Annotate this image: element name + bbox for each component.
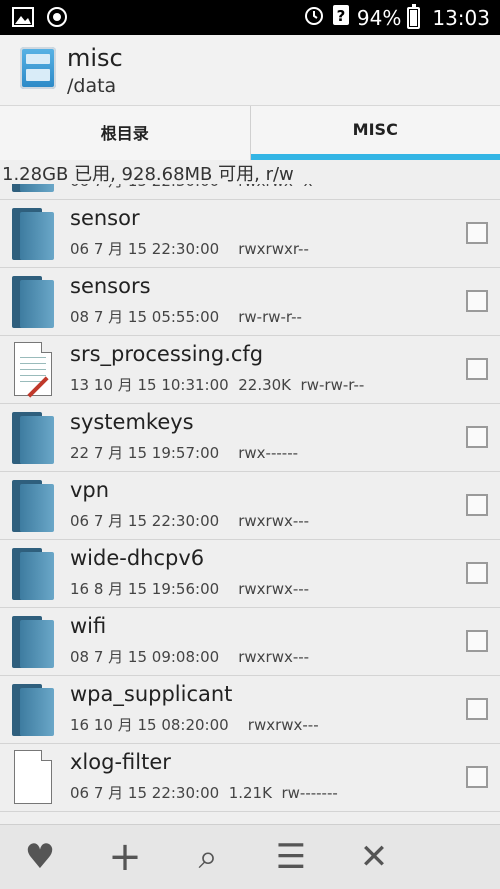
file-meta: 08 7 月 15 05:55:00 rw-rw-r-- — [70, 308, 302, 326]
page-title: misc — [67, 44, 123, 72]
tab-bar: 根目录 MISC — [0, 105, 500, 160]
tab-misc[interactable]: MISC — [250, 106, 500, 160]
add-icon[interactable]: + — [103, 835, 147, 879]
file-name: wifi — [70, 614, 107, 638]
file-list: 06 7 月 15 22:30:00 rwxrwx--x sensor 06 7… — [0, 176, 500, 824]
image-icon — [12, 6, 34, 32]
current-path: /data — [67, 75, 117, 97]
file-meta: 06 7 月 15 22:30:00 1.21K rw------- — [70, 784, 338, 802]
folder-icon — [12, 208, 54, 260]
file-manager-icon[interactable] — [20, 47, 56, 89]
file-name: vpn — [70, 478, 110, 502]
battery-percent: 94% — [356, 5, 402, 30]
battery-icon — [407, 3, 421, 29]
select-checkbox[interactable] — [466, 358, 488, 380]
folder-icon — [12, 548, 54, 600]
alarm-icon — [303, 4, 325, 31]
action-bar: misc /data — [0, 35, 500, 105]
file-name: sensor — [70, 206, 140, 230]
file-name: srs_processing.cfg — [70, 342, 264, 366]
select-checkbox[interactable] — [466, 630, 488, 652]
folder-icon — [12, 684, 54, 736]
bottom-toolbar: ♥ + ⌕ ☰ ✕ — [0, 824, 500, 889]
file-name: systemkeys — [70, 410, 194, 434]
folder-icon — [12, 616, 54, 668]
select-checkbox[interactable] — [466, 222, 488, 244]
file-name: wide-dhcpv6 — [70, 546, 205, 570]
file-meta: 08 7 月 15 09:08:00 rwxrwx--- — [70, 648, 310, 666]
status-bar: ? 94% 13:03 — [0, 0, 500, 35]
favorite-icon[interactable]: ♥ — [18, 835, 62, 879]
file-meta: 16 10 月 15 08:20:00 rwxrwx--- — [70, 716, 319, 734]
select-checkbox[interactable] — [466, 494, 488, 516]
search-icon[interactable]: ⌕ — [186, 835, 230, 879]
file-meta: 06 7 月 15 22:30:00 rwxrwxr-- — [70, 240, 309, 258]
list-item[interactable]: xlog-filter 06 7 月 15 22:30:00 1.21K rw-… — [0, 744, 500, 812]
tab-root[interactable]: 根目录 — [0, 106, 251, 160]
file-name: xlog-filter — [70, 750, 171, 774]
list-item[interactable]: srs_processing.cfg 13 10 月 15 10:31:00 2… — [0, 336, 500, 404]
folder-icon — [12, 412, 54, 464]
config-file-icon — [14, 342, 52, 398]
close-icon[interactable]: ✕ — [352, 835, 396, 879]
select-checkbox[interactable] — [466, 426, 488, 448]
select-checkbox[interactable] — [466, 290, 488, 312]
list-item[interactable]: wide-dhcpv6 16 8 月 15 19:56:00 rwxrwx--- — [0, 540, 500, 608]
select-checkbox[interactable] — [466, 562, 488, 584]
file-meta: 06 7 月 15 22:30:00 rwxrwx--- — [70, 512, 310, 530]
select-checkbox[interactable] — [466, 766, 488, 788]
select-checkbox[interactable] — [466, 698, 488, 720]
file-icon — [14, 750, 52, 804]
list-item[interactable]: wpa_supplicant 16 10 月 15 08:20:00 rwxrw… — [0, 676, 500, 744]
svg-text:?: ? — [337, 7, 346, 25]
clock: 13:03 — [432, 5, 490, 30]
target-icon — [46, 6, 68, 32]
list-item[interactable]: vpn 06 7 月 15 22:30:00 rwxrwx--- — [0, 472, 500, 540]
file-name: wpa_supplicant — [70, 682, 233, 706]
file-meta: 16 8 月 15 19:56:00 rwxrwx--- — [70, 580, 310, 598]
list-item[interactable]: wifi 08 7 月 15 09:08:00 rwxrwx--- — [0, 608, 500, 676]
folder-icon — [12, 276, 54, 328]
list-item[interactable]: systemkeys 22 7 月 15 19:57:00 rwx------ — [0, 404, 500, 472]
file-meta: 22 7 月 15 19:57:00 rwx------ — [70, 444, 299, 462]
file-name: sensors — [70, 274, 151, 298]
folder-icon — [12, 480, 54, 532]
storage-info: 1.28GB 已用, 928.68MB 可用, r/w — [0, 160, 500, 185]
signal-question-icon: ? — [331, 4, 351, 31]
file-meta: 13 10 月 15 10:31:00 22.30K rw-rw-r-- — [70, 376, 365, 394]
list-item[interactable]: sensors 08 7 月 15 05:55:00 rw-rw-r-- — [0, 268, 500, 336]
sort-icon[interactable]: ☰ — [269, 835, 313, 879]
list-item[interactable]: sensor 06 7 月 15 22:30:00 rwxrwxr-- — [0, 200, 500, 268]
